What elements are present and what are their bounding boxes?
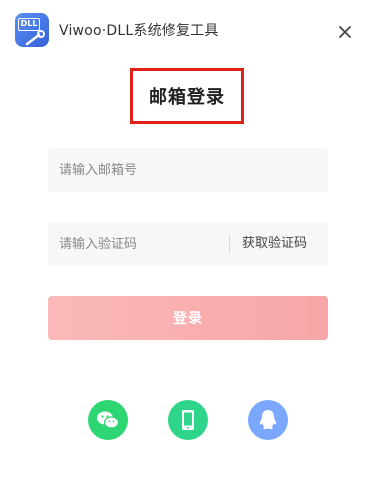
get-code-button[interactable]: 获取验证码 <box>242 222 307 266</box>
page-title: 邮箱登录 <box>149 87 225 108</box>
code-field-container: 获取验证码 <box>48 222 328 266</box>
phone-icon <box>182 410 194 430</box>
heading-highlight: 邮箱登录 <box>130 68 244 124</box>
close-icon[interactable] <box>335 22 355 42</box>
email-field[interactable] <box>48 148 328 192</box>
window-title: Viwoo·DLL系统修复工具 <box>59 23 219 39</box>
phone-login-button[interactable] <box>168 400 208 440</box>
app-logo-icon: DLL <box>15 13 49 47</box>
email-field-container <box>48 148 328 192</box>
login-button[interactable]: 登录 <box>48 296 328 340</box>
divider <box>229 235 230 253</box>
qq-icon <box>259 410 277 430</box>
verification-code-field[interactable] <box>48 222 226 266</box>
qq-login-button[interactable] <box>248 400 288 440</box>
wechat-login-button[interactable] <box>88 400 128 440</box>
wechat-icon <box>97 411 120 429</box>
wrench-icon <box>25 30 45 46</box>
title-bar: DLL Viwoo·DLL系统修复工具 <box>0 0 376 60</box>
